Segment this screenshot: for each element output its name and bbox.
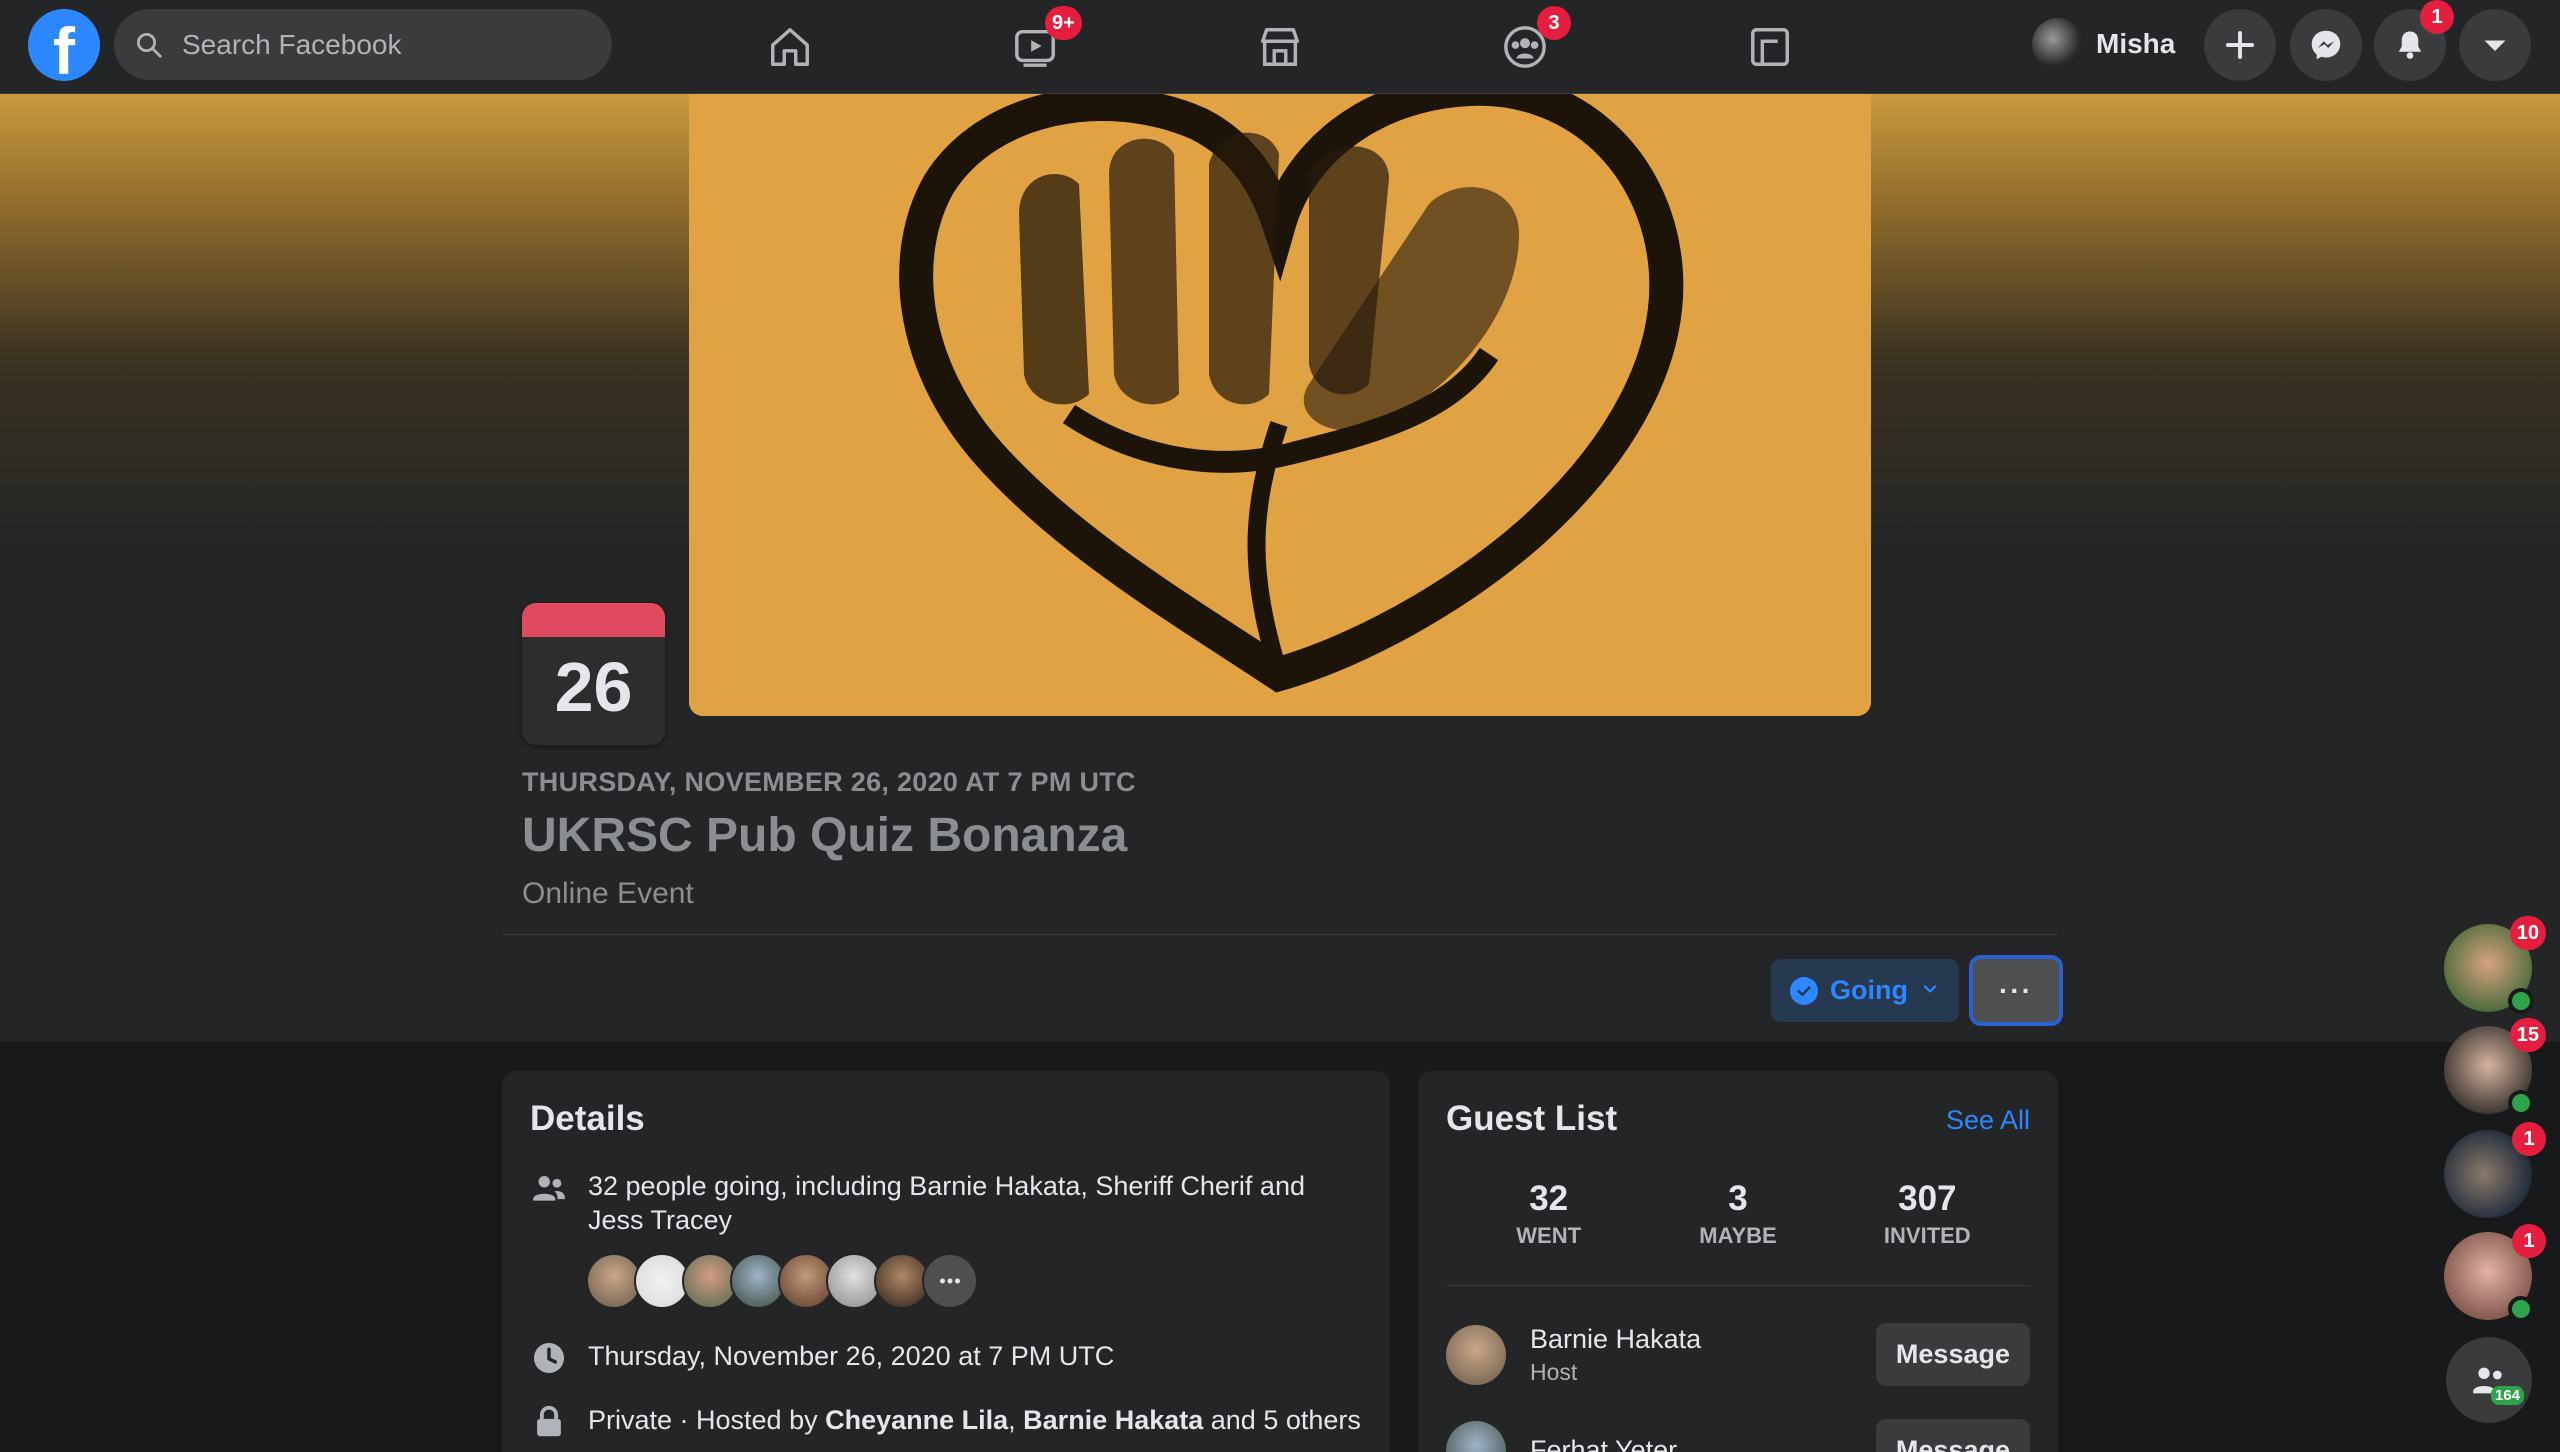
detail-privacy-hosts: Private · Hosted by Cheyanne Lila, Barni…: [530, 1403, 1361, 1441]
group-chats-button[interactable]: 164: [2446, 1337, 2532, 1423]
guest-list-title: Guest List: [1446, 1099, 1618, 1138]
search-icon: [137, 32, 162, 58]
event-cover-photo[interactable]: [689, 94, 1871, 716]
privacy-suffix[interactable]: and 5 others: [1203, 1405, 1361, 1435]
event-title: UKRSC Pub Quiz Bonanza: [522, 809, 1128, 862]
guest-row: Barnie Hakata Host Message: [1446, 1323, 2030, 1386]
fist-heart-mural-image: [689, 94, 1871, 716]
plus-icon: [2226, 31, 2254, 59]
marketplace-store-icon: [1261, 28, 1299, 66]
checkmark-icon: [1790, 976, 1818, 1005]
guest-stats: 32 WENT 3 MAYBE 307 INVITED: [1418, 1179, 2058, 1249]
message-button[interactable]: Message: [1875, 1323, 2030, 1386]
online-indicator: [2508, 988, 2534, 1014]
event-date-calendar-badge: 26: [522, 603, 665, 745]
caret-down-icon: [2484, 40, 2506, 51]
host-separator: ,: [1008, 1405, 1024, 1435]
chat-head[interactable]: 15: [2444, 1018, 2546, 1116]
guest-name[interactable]: Barnie Hakata: [1530, 1324, 1701, 1355]
online-indicator: [2508, 1296, 2534, 1322]
people-icon: [533, 1175, 565, 1201]
chat-head[interactable]: 1: [2444, 1224, 2546, 1322]
privacy-hosts-text: Private · Hosted by Cheyanne Lila, Barni…: [588, 1403, 1361, 1437]
calendar-top-strip: [522, 603, 665, 637]
event-datetime-text: Thursday, November 26, 2020 at 7 PM UTC: [588, 1341, 1115, 1371]
going-avatars[interactable]: [586, 1253, 978, 1309]
chat-unread-badge: 15: [2509, 1018, 2546, 1052]
facebook-logo-icon[interactable]: f: [28, 9, 100, 81]
people-going-text: 32 people going, including Barnie Hakata…: [588, 1171, 1305, 1235]
header-divider: [502, 934, 2058, 935]
event-type: Online Event: [522, 877, 694, 910]
nav-watch[interactable]: 9+: [965, 6, 1105, 82]
lock-icon: [537, 1405, 561, 1437]
see-all-link[interactable]: See All: [1946, 1105, 2030, 1136]
guest-list-card: Guest List See All 32 WENT 3 MAYBE 307 I…: [1418, 1071, 2058, 1452]
guest-divider: [1446, 1285, 2030, 1286]
profile-avatar: [2032, 18, 2084, 70]
avatar[interactable]: [1446, 1420, 1506, 1452]
going-rsvp-button[interactable]: Going: [1771, 959, 1959, 1022]
chat-unread-badge: 10: [2509, 916, 2546, 950]
account-menu-button[interactable]: [2459, 9, 2531, 81]
stat-number: 32: [1529, 1179, 1569, 1218]
home-icon: [771, 28, 809, 66]
gaming-icon: [1751, 28, 1789, 66]
notifications-button[interactable]: 1: [2374, 0, 2454, 81]
detail-datetime: Thursday, November 26, 2020 at 7 PM UTC: [530, 1339, 1114, 1377]
nav-gaming[interactable]: [1700, 12, 1840, 82]
nav-home[interactable]: [720, 12, 860, 82]
nav-marketplace[interactable]: [1210, 12, 1350, 82]
bell-icon: [2398, 31, 2422, 59]
group-count: 164: [2490, 1386, 2524, 1405]
create-button[interactable]: [2204, 9, 2276, 81]
search-box[interactable]: [114, 9, 612, 80]
avatar[interactable]: [1446, 1324, 1506, 1385]
profile-button[interactable]: Misha: [2026, 12, 2187, 76]
nav-groups[interactable]: 3: [1455, 6, 1595, 82]
stat-label: MAYBE: [1699, 1223, 1777, 1248]
more-dots-icon: ···: [1999, 974, 2033, 1006]
details-title: Details: [530, 1099, 645, 1138]
guest-role: Host: [1530, 1358, 1578, 1385]
stat-number: 3: [1728, 1179, 1748, 1218]
online-indicator: [2508, 1090, 2534, 1116]
search-input[interactable]: [182, 28, 582, 61]
more-options-button[interactable]: ···: [1969, 955, 2063, 1026]
event-date-line: THURSDAY, NOVEMBER 26, 2020 AT 7 PM UTC: [522, 767, 1136, 797]
host-link[interactable]: Cheyanne Lila: [825, 1405, 1008, 1435]
guest-row: Ferhat Yeter Message: [1446, 1419, 2030, 1452]
groups-badge: 3: [1537, 6, 1571, 40]
watch-badge: 9+: [1045, 6, 1082, 40]
messenger-button[interactable]: [2290, 9, 2362, 81]
chevron-down-icon: [1920, 975, 1940, 1006]
calendar-day: 26: [554, 648, 633, 726]
detail-people-going: 32 people going, including Barnie Hakata…: [530, 1169, 1350, 1237]
clock-icon: [533, 1342, 565, 1374]
stat-went[interactable]: 32 WENT: [1474, 1179, 1624, 1249]
stat-number: 307: [1898, 1179, 1957, 1218]
message-button[interactable]: Message: [1875, 1419, 2030, 1452]
details-card: Details 32 people going, including Barni…: [502, 1071, 1390, 1452]
going-label: Going: [1830, 975, 1908, 1005]
stat-label: INVITED: [1883, 1223, 1971, 1248]
more-avatars-icon[interactable]: [922, 1253, 978, 1309]
guest-name[interactable]: Ferhat Yeter: [1530, 1435, 1677, 1452]
chat-unread-badge: 1: [2512, 1122, 2546, 1156]
chat-head[interactable]: 1: [2444, 1122, 2546, 1218]
stat-invited[interactable]: 307 INVITED: [1852, 1179, 2002, 1249]
stat-maybe[interactable]: 3 MAYBE: [1663, 1179, 1813, 1249]
privacy-prefix: Private · Hosted by: [588, 1405, 826, 1435]
stat-label: WENT: [1516, 1223, 1582, 1248]
host-link[interactable]: Barnie Hakata: [1023, 1405, 1203, 1435]
top-navigation-bar: f 9+ 3 Misha 1: [0, 0, 2560, 94]
chat-unread-badge: 1: [2512, 1224, 2546, 1258]
chat-head[interactable]: 10: [2444, 916, 2546, 1014]
messenger-icon: [2311, 30, 2341, 60]
profile-name: Misha: [2096, 28, 2176, 59]
notifications-badge: 1: [2420, 0, 2454, 34]
